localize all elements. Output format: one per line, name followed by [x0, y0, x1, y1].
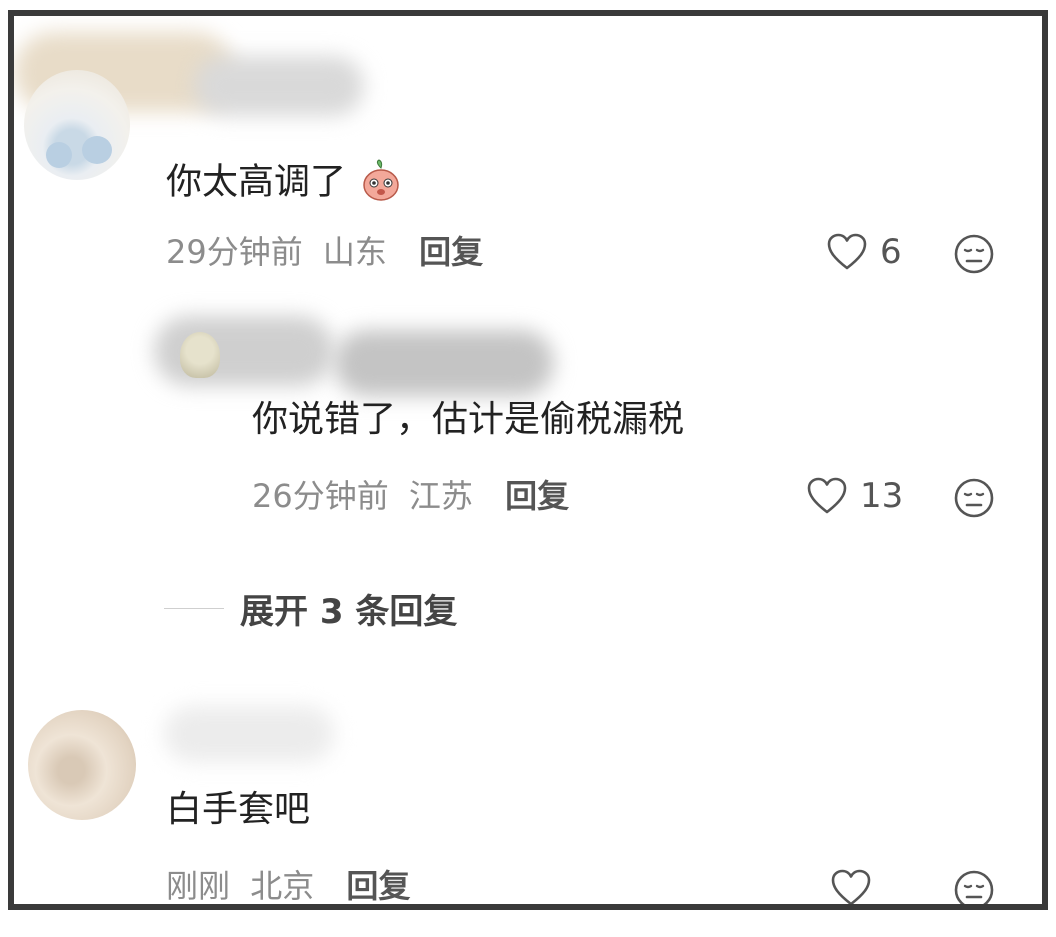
comment-body: 你说错了，估计是偷税漏税: [252, 399, 685, 440]
divider-line: [164, 608, 224, 609]
like-button[interactable]: 13: [806, 476, 903, 516]
comment-text: 你太高调了: [166, 158, 403, 209]
like-count: 13: [860, 476, 904, 516]
meh-face-icon: [954, 870, 994, 904]
heart-outline-icon: [831, 869, 871, 904]
comment-text: 白手套吧: [166, 792, 310, 828]
avatar[interactable]: [24, 70, 130, 180]
comment-list-frame: 你太高调了 29分钟前 山东 回复 6 你说错了，估计是偷税漏税 26分钟前 江…: [8, 10, 1048, 910]
like-button[interactable]: 6: [826, 232, 902, 272]
blush-peach-emoji-icon: [359, 158, 403, 209]
comment-body: 你太高调了: [166, 161, 347, 203]
comment-body: 白手套吧: [166, 789, 311, 830]
comment-meta: 刚刚 北京 回复: [166, 870, 410, 902]
reply-button[interactable]: 回复: [346, 867, 410, 904]
comment-time: 26分钟前: [252, 477, 389, 515]
reply-button[interactable]: 回复: [419, 233, 483, 271]
blurred-username: [194, 56, 364, 116]
avatar[interactable]: [28, 710, 136, 820]
blurred-username: [334, 330, 554, 396]
blurred-username: [164, 706, 334, 762]
like-count: 6: [880, 232, 902, 272]
comment-time: 29分钟前: [166, 233, 303, 271]
reply-button[interactable]: 回复: [505, 477, 569, 515]
comment-location: 山东: [322, 233, 387, 271]
heart-outline-icon: [827, 233, 867, 270]
comment-location: 江苏: [408, 477, 473, 515]
meh-face-icon: [954, 478, 994, 518]
meh-face-icon: [954, 234, 994, 274]
expand-replies-button[interactable]: 展开 3 条回复: [164, 584, 457, 633]
heart-outline-icon: [807, 477, 847, 514]
comment-meta: 29分钟前 山东 回复: [166, 236, 483, 268]
avatar[interactable]: [180, 332, 220, 378]
comment-time: 刚刚: [166, 867, 231, 905]
dislike-button[interactable]: [952, 232, 996, 280]
comment-text: 你说错了，估计是偷税漏税: [252, 402, 684, 438]
dislike-button[interactable]: [952, 868, 996, 904]
comment-location: 北京: [250, 867, 315, 905]
expand-replies-label: 展开 3 条回复: [240, 592, 458, 632]
dislike-button[interactable]: [952, 476, 996, 524]
like-button[interactable]: [830, 868, 884, 904]
comment-meta: 26分钟前 江苏 回复: [252, 480, 569, 512]
